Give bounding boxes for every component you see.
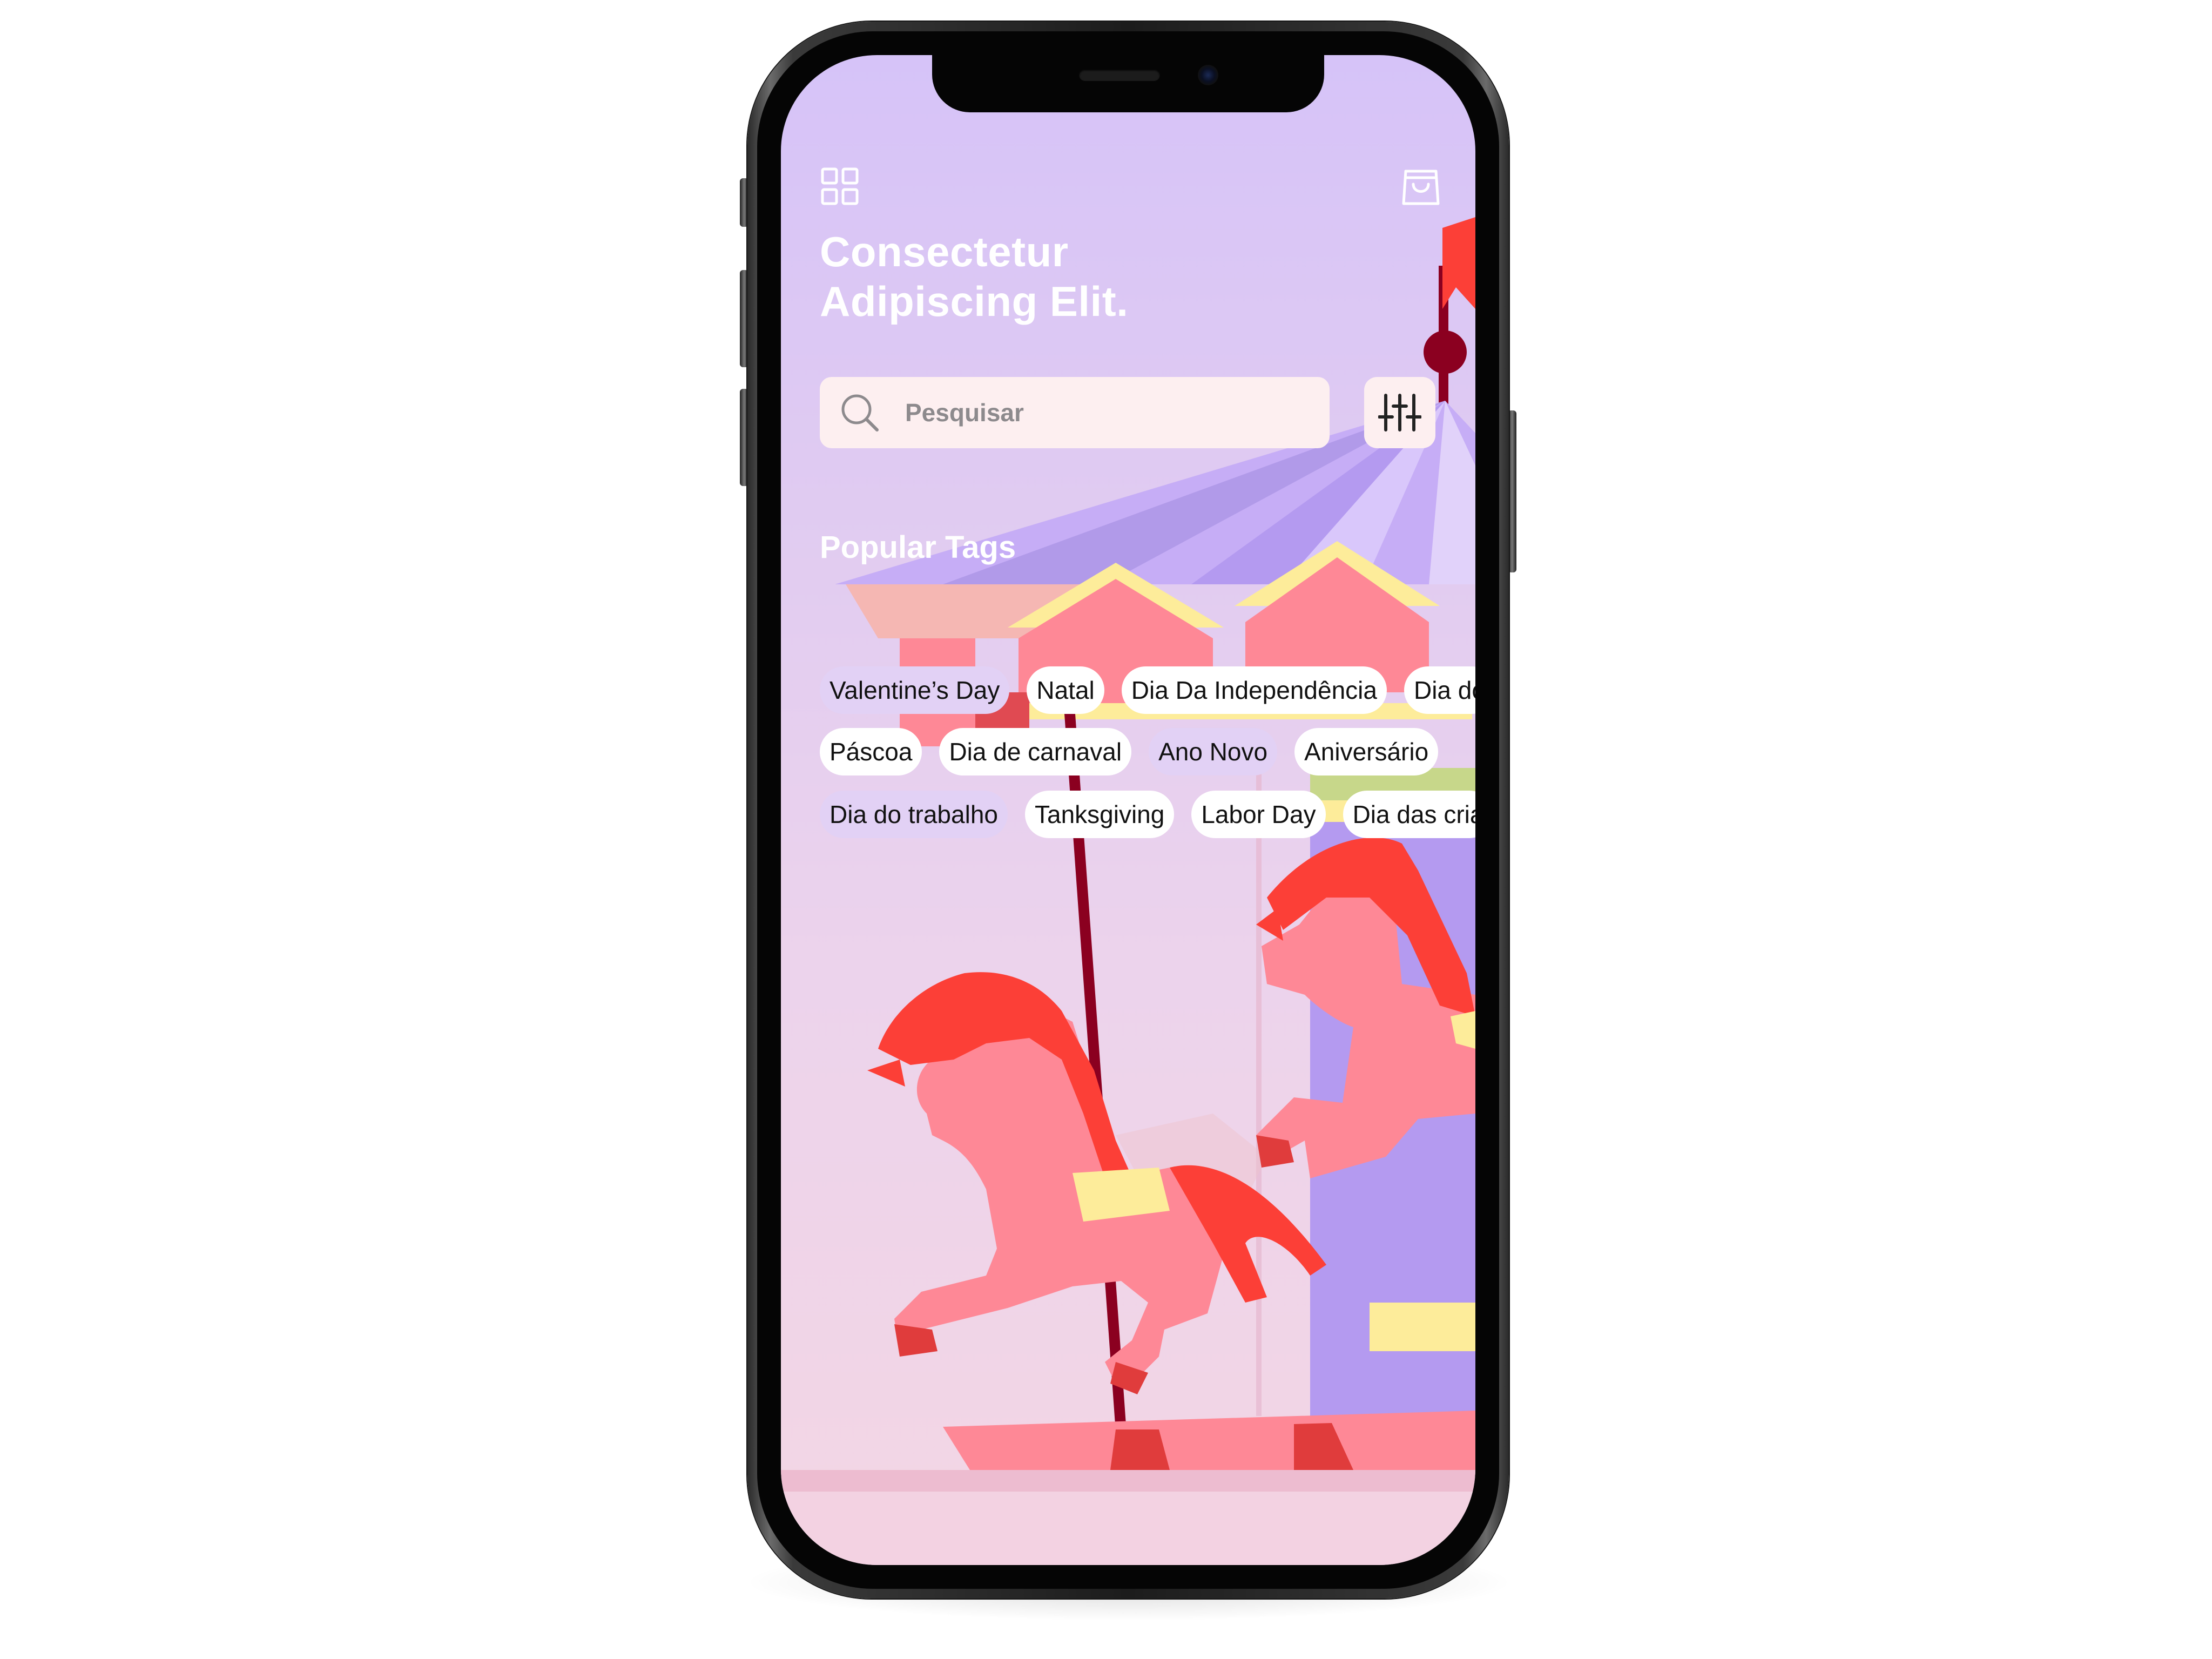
tag-chip[interactable]: Labor Day bbox=[1191, 791, 1326, 838]
filter-button[interactable] bbox=[1364, 377, 1435, 448]
page-title-line-2: Adipiscing Elit. bbox=[820, 278, 1129, 325]
search-icon bbox=[838, 391, 881, 434]
front-camera bbox=[1198, 65, 1218, 85]
shopping-bag-icon bbox=[1402, 170, 1440, 205]
canvas: Consectetur Adipiscing Elit. Pesquisar P… bbox=[0, 0, 2212, 1659]
tag-row-3: Dia do trabalho Tanksgiving Labor Day Di… bbox=[820, 791, 1475, 838]
tag-chip[interactable]: Tanksgiving bbox=[1024, 791, 1175, 838]
page-title-line-1: Consectetur bbox=[820, 228, 1069, 275]
tag-chip[interactable]: Natal bbox=[1027, 666, 1104, 714]
tag-chip[interactable]: Páscoa bbox=[820, 728, 922, 775]
notch bbox=[932, 55, 1324, 112]
phone-screen: Consectetur Adipiscing Elit. Pesquisar P… bbox=[781, 55, 1475, 1565]
search-input[interactable]: Pesquisar bbox=[905, 398, 1024, 427]
app-home: Consectetur Adipiscing Elit. Pesquisar P… bbox=[781, 55, 1475, 1565]
tag-chip[interactable]: Dia de carnaval bbox=[939, 728, 1132, 775]
tag-chip[interactable]: Dia do bbox=[1404, 666, 1475, 714]
menu-grid-button[interactable] bbox=[815, 162, 864, 211]
tag-chip[interactable]: Aniversário bbox=[1294, 728, 1439, 775]
tag-row-2: Páscoa Dia de carnaval Ano Novo Aniversá… bbox=[820, 728, 1455, 775]
tag-row-1: Valentine’s Day Natal Dia Da Independênc… bbox=[820, 666, 1475, 714]
tag-chip[interactable]: Dia do trabalho bbox=[820, 791, 1008, 838]
sliders-icon bbox=[1378, 394, 1421, 431]
page-title: Consectetur Adipiscing Elit. bbox=[820, 227, 1306, 326]
popular-tags-title: Popular Tags bbox=[820, 530, 1016, 565]
search-field[interactable]: Pesquisar bbox=[820, 377, 1330, 448]
tag-chip[interactable]: Ano Novo bbox=[1149, 728, 1278, 775]
power-button bbox=[1508, 410, 1516, 572]
cart-button[interactable] bbox=[1397, 162, 1445, 211]
tag-chip[interactable]: Valentine’s Day bbox=[820, 666, 1010, 714]
grid-icon bbox=[821, 167, 859, 205]
tag-chip[interactable]: Dia Da Independência bbox=[1121, 666, 1387, 714]
tag-chip[interactable]: Dia das cria bbox=[1343, 791, 1475, 838]
speaker-grille bbox=[1079, 69, 1160, 81]
